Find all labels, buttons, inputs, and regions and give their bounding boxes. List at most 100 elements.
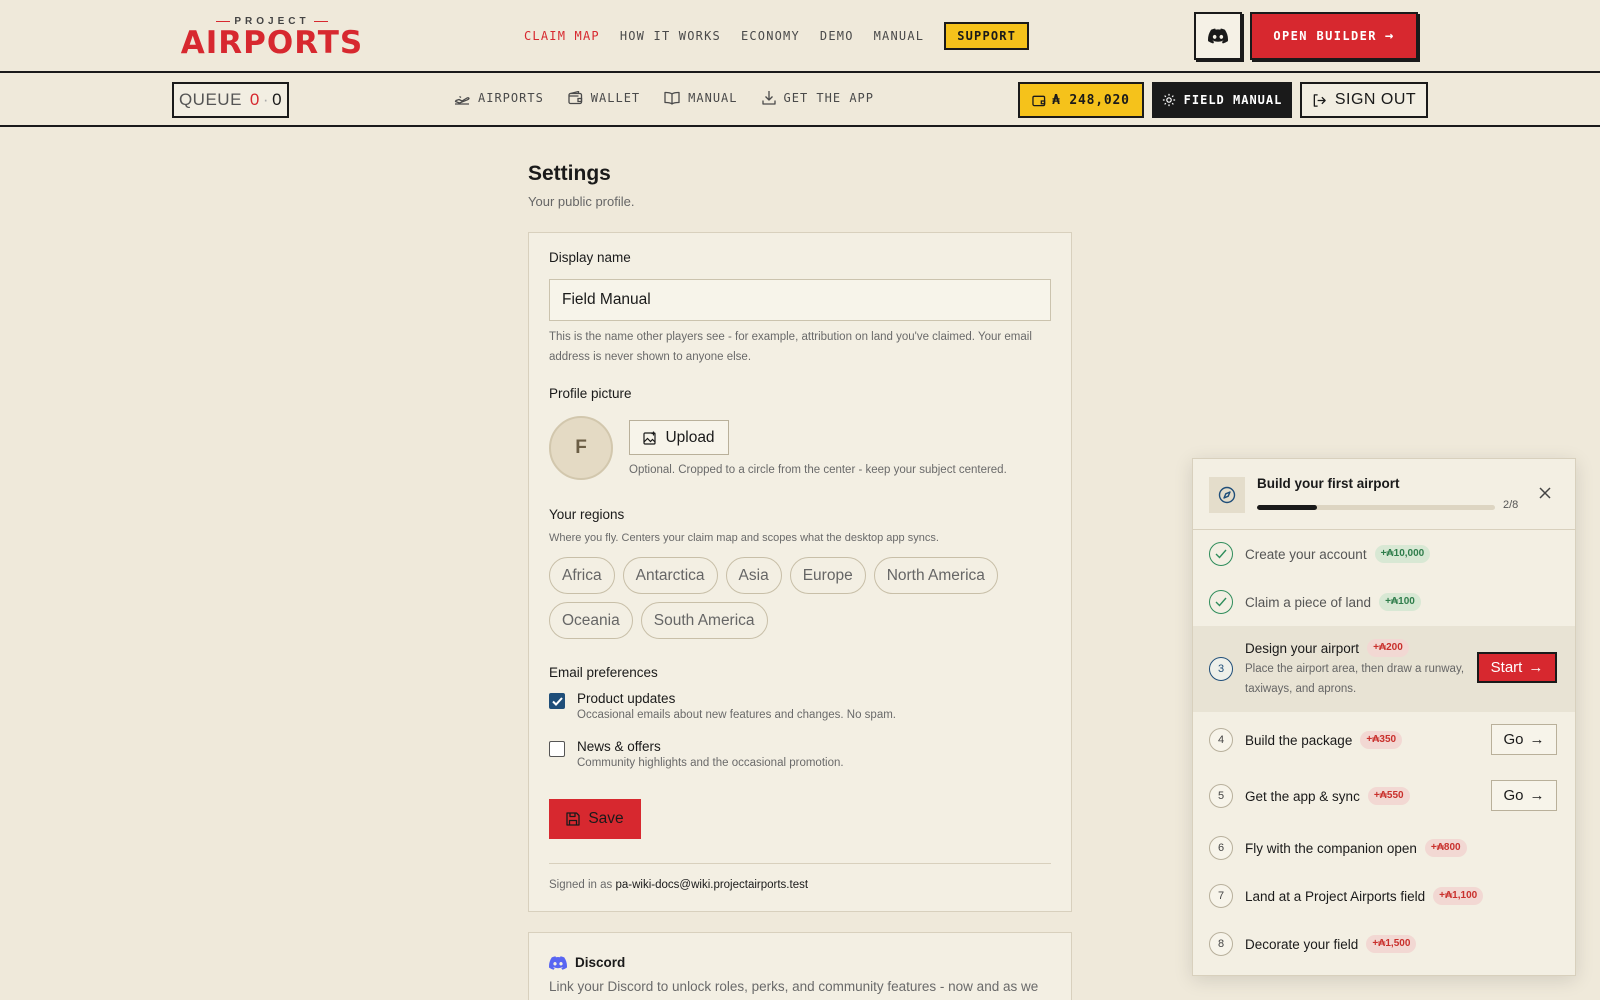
onboarding-step: Create your account +₳10,000 bbox=[1193, 530, 1575, 578]
region-chip-europe[interactable]: Europe bbox=[789, 557, 866, 594]
signed-in-info: Signed in as pa-wiki-docs@wiki.projectai… bbox=[549, 879, 808, 891]
step-reward-badge: +₳350 bbox=[1360, 731, 1403, 749]
open-builder-label: OPEN BUILDER bbox=[1273, 29, 1377, 43]
image-upload-icon bbox=[643, 431, 657, 445]
profile-picture-label: Profile picture bbox=[549, 386, 632, 401]
onboarding-panel: Build your first airport 2/8 Create your… bbox=[1192, 458, 1576, 976]
subnav-wallet[interactable]: WALLET bbox=[568, 90, 640, 105]
save-button[interactable]: Save bbox=[549, 799, 641, 839]
profile-settings-card: Display name Field Manual This is the na… bbox=[528, 232, 1072, 912]
log-out-icon bbox=[1313, 93, 1326, 107]
book-icon bbox=[664, 91, 680, 105]
open-builder-button[interactable]: OPEN BUILDER → bbox=[1250, 12, 1418, 60]
secondary-bar: QUEUE 0 · 0 AIRPORTS WALLET MANUAL GET T… bbox=[0, 73, 1600, 127]
compass-icon bbox=[1209, 477, 1245, 513]
discord-icon bbox=[549, 955, 567, 970]
step-reward-badge: +₳550 bbox=[1367, 787, 1410, 805]
queue-count-total: 0 bbox=[272, 90, 283, 109]
region-chip-africa[interactable]: Africa bbox=[549, 557, 615, 594]
region-chip-antarctica[interactable]: Antarctica bbox=[622, 557, 718, 594]
step-title: Create your account bbox=[1245, 546, 1367, 562]
onboarding-step: 6 Fly with the companion open +₳800 bbox=[1193, 824, 1575, 872]
go-step-button[interactable]: Go → bbox=[1491, 724, 1557, 755]
onboarding-progress-bar bbox=[1257, 505, 1495, 510]
region-chip-south-america[interactable]: South America bbox=[640, 602, 768, 639]
step-reward-badge: +₳1,500 bbox=[1366, 935, 1417, 953]
step-title: Fly with the companion open bbox=[1245, 840, 1417, 856]
page-subtitle: Your public profile. bbox=[528, 194, 635, 209]
product-updates-title: Product updates bbox=[577, 691, 676, 706]
discord-icon bbox=[1208, 28, 1228, 44]
logo[interactable]: PROJECT AIRPORTS bbox=[180, 16, 364, 59]
field-manual-label: FIELD MANUAL bbox=[1183, 93, 1283, 107]
wallet-icon bbox=[1032, 95, 1046, 106]
region-chip-oceania[interactable]: Oceania bbox=[549, 602, 633, 639]
queue-indicator[interactable]: QUEUE 0 · 0 bbox=[172, 82, 289, 118]
onboarding-step: Claim a piece of land +₳100 bbox=[1193, 578, 1575, 626]
subnav-airports[interactable]: AIRPORTS bbox=[454, 91, 544, 105]
discord-description: Link your Discord to unlock roles, perks… bbox=[549, 979, 1039, 994]
profile-picture-help: Optional. Cropped to a circle from the c… bbox=[629, 464, 1007, 476]
sub-nav: AIRPORTS WALLET MANUAL GET THE APP bbox=[454, 90, 898, 105]
step-reward-badge: +₳800 bbox=[1424, 839, 1467, 857]
nav-how-it-works[interactable]: HOW IT WORKS bbox=[620, 23, 721, 49]
page-title: Settings bbox=[528, 162, 611, 185]
step-reward-badge: +₳10,000 bbox=[1374, 545, 1431, 563]
display-name-label: Display name bbox=[549, 250, 631, 265]
product-updates-desc: Occasional emails about new features and… bbox=[577, 709, 896, 721]
step-description: Place the airport area, then draw a runw… bbox=[1245, 663, 1465, 695]
signed-in-prefix: Signed in as bbox=[549, 879, 613, 891]
step-reward-badge: +₳1,100 bbox=[1433, 887, 1484, 905]
subnav-get-the-app[interactable]: GET THE APP bbox=[761, 90, 874, 105]
close-icon[interactable] bbox=[1537, 485, 1553, 501]
discord-button[interactable] bbox=[1194, 12, 1242, 60]
start-step-button[interactable]: Start → bbox=[1477, 652, 1557, 683]
nav-economy[interactable]: ECONOMY bbox=[741, 23, 800, 49]
region-chip-asia[interactable]: Asia bbox=[725, 557, 782, 594]
upload-label: Upload bbox=[665, 428, 715, 446]
balance-badge[interactable]: ₳ 248,020 bbox=[1018, 82, 1144, 118]
step-title: Get the app & sync bbox=[1245, 788, 1360, 804]
onboarding-step: 5 Get the app & sync +₳550 Go → bbox=[1193, 768, 1575, 824]
discord-card: Discord Link your Discord to unlock role… bbox=[528, 932, 1072, 1000]
onboarding-title: Build your first airport bbox=[1257, 476, 1400, 491]
sign-out-button[interactable]: SIGN OUT bbox=[1300, 82, 1428, 118]
upload-button[interactable]: Upload bbox=[629, 420, 729, 455]
step-title: Decorate your field bbox=[1245, 936, 1359, 952]
onboarding-step-current: 3 Design your airport +₳200 Place the ai… bbox=[1193, 626, 1575, 712]
region-chips: Africa Antarctica Asia Europe North Amer… bbox=[549, 557, 1059, 647]
region-chip-north-america[interactable]: North America bbox=[873, 557, 998, 594]
email-option-product-updates: Product updates Occasional emails about … bbox=[549, 691, 896, 721]
product-updates-checkbox[interactable] bbox=[549, 693, 565, 709]
step-title: Design your airport bbox=[1245, 640, 1360, 656]
plane-takeoff-icon bbox=[454, 95, 470, 105]
go-step-button[interactable]: Go → bbox=[1491, 780, 1557, 811]
nav-demo[interactable]: DEMO bbox=[820, 23, 854, 49]
step-reward-badge: +₳200 bbox=[1367, 639, 1409, 657]
news-offers-title: News & offers bbox=[577, 739, 661, 754]
gear-icon bbox=[1162, 93, 1175, 107]
queue-separator: · bbox=[262, 90, 270, 109]
onboarding-step: 4 Build the package +₳350 Go → bbox=[1193, 712, 1575, 768]
display-name-input[interactable]: Field Manual bbox=[549, 279, 1051, 321]
step-title: Build the package bbox=[1245, 732, 1353, 748]
field-manual-button[interactable]: FIELD MANUAL bbox=[1152, 82, 1292, 118]
arrow-right-icon: → bbox=[1528, 659, 1544, 676]
onboarding-header: Build your first airport 2/8 bbox=[1193, 459, 1575, 530]
top-header: PROJECT AIRPORTS CLAIM MAP HOW IT WORKS … bbox=[0, 0, 1600, 73]
check-icon bbox=[551, 696, 563, 706]
avatar: F bbox=[549, 416, 613, 480]
step-reward-badge: +₳100 bbox=[1379, 593, 1421, 611]
arrow-right-icon: → bbox=[1384, 28, 1395, 44]
divider bbox=[549, 863, 1051, 864]
email-option-news-offers: News & offers Community highlights and t… bbox=[549, 739, 844, 769]
nav-claim-map[interactable]: CLAIM MAP bbox=[524, 23, 600, 49]
onboarding-step: 8 Decorate your field +₳1,500 bbox=[1193, 920, 1575, 968]
nav-manual[interactable]: MANUAL bbox=[874, 23, 925, 49]
support-button[interactable]: SUPPORT bbox=[944, 22, 1030, 50]
news-offers-checkbox[interactable] bbox=[549, 741, 565, 757]
queue-count-pending: 0 bbox=[249, 90, 260, 109]
news-offers-desc: Community highlights and the occasional … bbox=[577, 757, 844, 769]
step-number: 7 bbox=[1209, 884, 1233, 908]
subnav-manual[interactable]: MANUAL bbox=[664, 91, 737, 105]
